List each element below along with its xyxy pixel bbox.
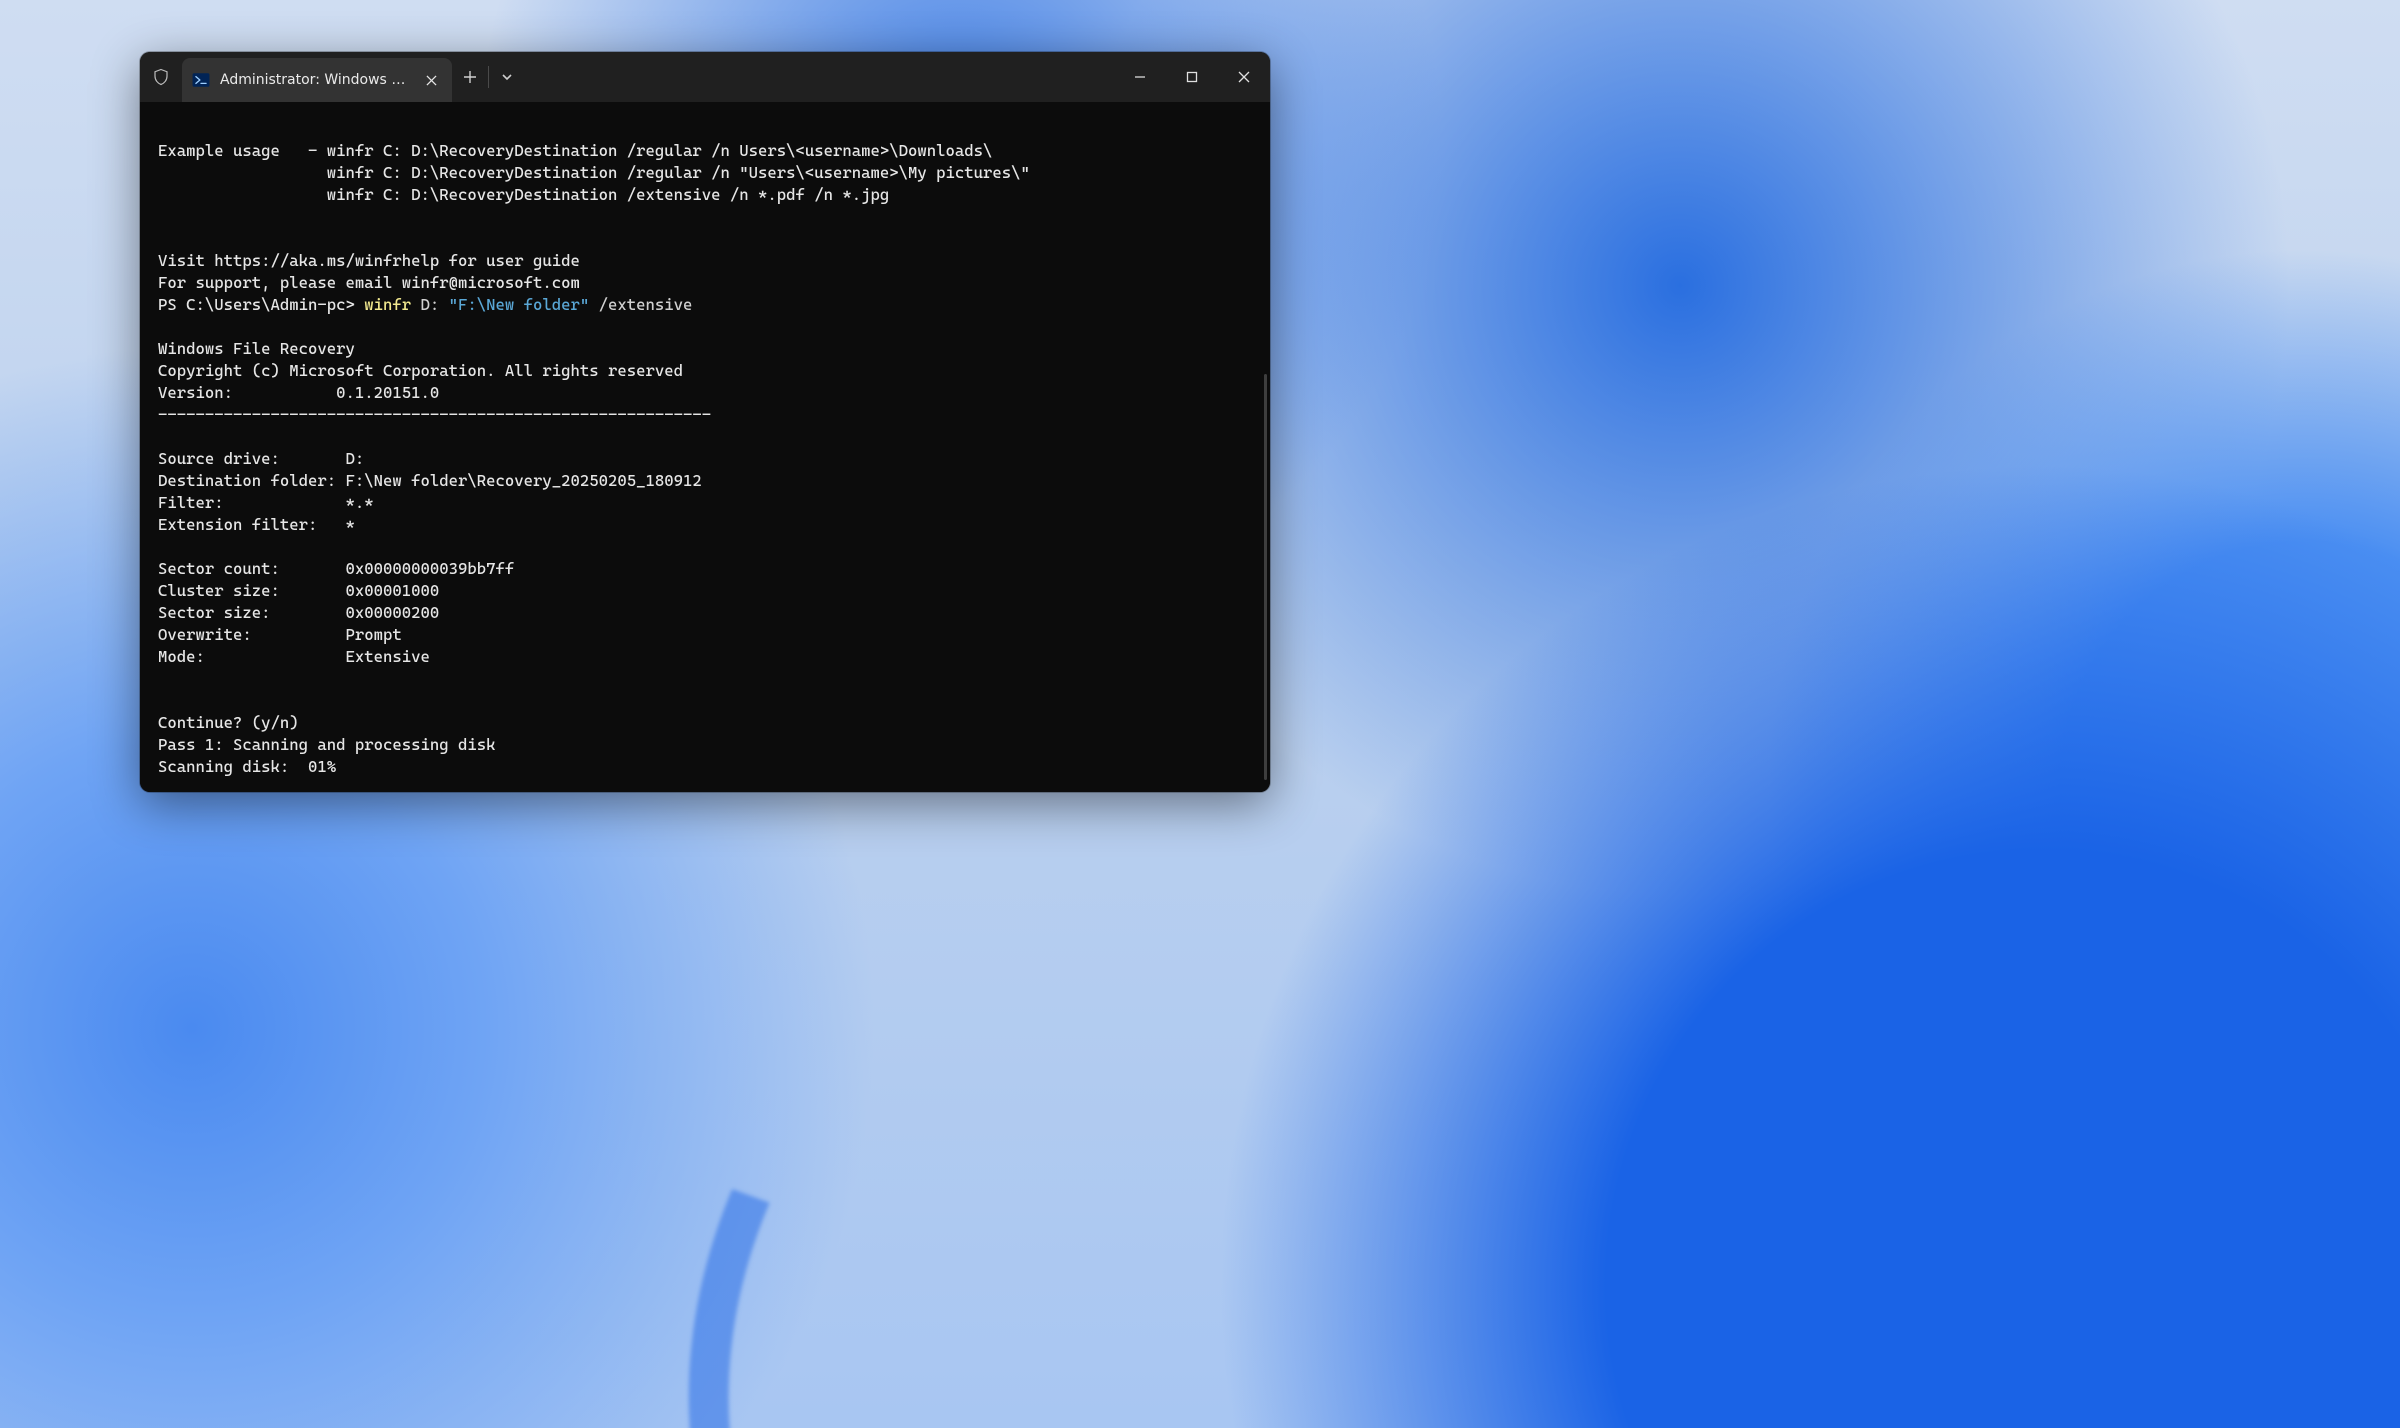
close-icon xyxy=(426,75,437,86)
terminal-window: Administrator: Windows PowerShell Exampl… xyxy=(140,52,1270,792)
maximize-button[interactable] xyxy=(1166,52,1218,102)
powershell-icon xyxy=(192,71,210,89)
prompt-command: winfr xyxy=(364,295,411,314)
shield-icon xyxy=(140,52,182,102)
minimize-icon xyxy=(1134,71,1146,83)
wfr-scan: Scanning disk: 01% xyxy=(158,757,336,776)
terminal-viewport[interactable]: Example usage - winfr C: D:\RecoveryDest… xyxy=(140,102,1270,792)
close-button[interactable] xyxy=(1218,52,1270,102)
prompt-ps: PS C:\Users\Admin-pc> xyxy=(158,295,364,314)
tab-dropdown-button[interactable] xyxy=(489,52,525,102)
minimize-button[interactable] xyxy=(1114,52,1166,102)
wfr-copyright: Copyright (c) Microsoft Corporation. All… xyxy=(158,361,683,380)
wfr-source: Source drive: D: xyxy=(158,449,364,468)
new-tab-button[interactable] xyxy=(452,52,488,102)
titlebar[interactable]: Administrator: Windows PowerShell xyxy=(140,52,1270,102)
wfr-title: Windows File Recovery xyxy=(158,339,355,358)
example-label: Example usage - xyxy=(158,141,327,160)
wfr-cluster: Cluster size: 0x00001000 xyxy=(158,581,439,600)
example-line-1: winfr C: D:\RecoveryDestination /regular… xyxy=(327,141,993,160)
example-line-2: winfr C: D:\RecoveryDestination /regular… xyxy=(327,163,1030,182)
wfr-hr: ----------------------------------------… xyxy=(158,405,711,424)
wfr-version: Version: 0.1.20151.0 xyxy=(158,383,439,402)
prompt-string-arg: "F:\New folder" xyxy=(449,295,590,314)
window-controls xyxy=(1114,52,1270,102)
wfr-overwrite: Overwrite: Prompt xyxy=(158,625,402,644)
wfr-sector-count: Sector count: 0x00000000039bb7ff xyxy=(158,559,514,578)
wfr-mode: Mode: Extensive xyxy=(158,647,430,666)
wfr-dest: Destination folder: F:\New folder\Recove… xyxy=(158,471,702,490)
wfr-sector: Sector size: 0x00000200 xyxy=(158,603,439,622)
wfr-filter: Filter: *.* xyxy=(158,493,374,512)
tab-powershell[interactable]: Administrator: Windows PowerShell xyxy=(182,58,452,102)
tab-title: Administrator: Windows PowerShell xyxy=(220,72,410,88)
chevron-down-icon xyxy=(501,71,513,83)
help-line: Visit https://aka.ms/winfrhelp for user … xyxy=(158,251,580,270)
wfr-ext: Extension filter: * xyxy=(158,515,355,534)
prompt-flag: /extensive xyxy=(589,295,692,314)
close-icon xyxy=(1238,71,1250,83)
support-line: For support, please email winfr@microsof… xyxy=(158,273,580,292)
wfr-pass: Pass 1: Scanning and processing disk xyxy=(158,735,496,754)
titlebar-drag-region[interactable] xyxy=(525,52,1114,102)
maximize-icon xyxy=(1186,71,1198,83)
plus-icon xyxy=(463,70,477,84)
wfr-continue: Continue? (y/n) xyxy=(158,713,299,732)
scrollbar[interactable] xyxy=(1264,374,1267,780)
tab-close-button[interactable] xyxy=(420,69,442,91)
example-line-3: winfr C: D:\RecoveryDestination /extensi… xyxy=(327,185,890,204)
prompt-args: D: xyxy=(411,295,449,314)
